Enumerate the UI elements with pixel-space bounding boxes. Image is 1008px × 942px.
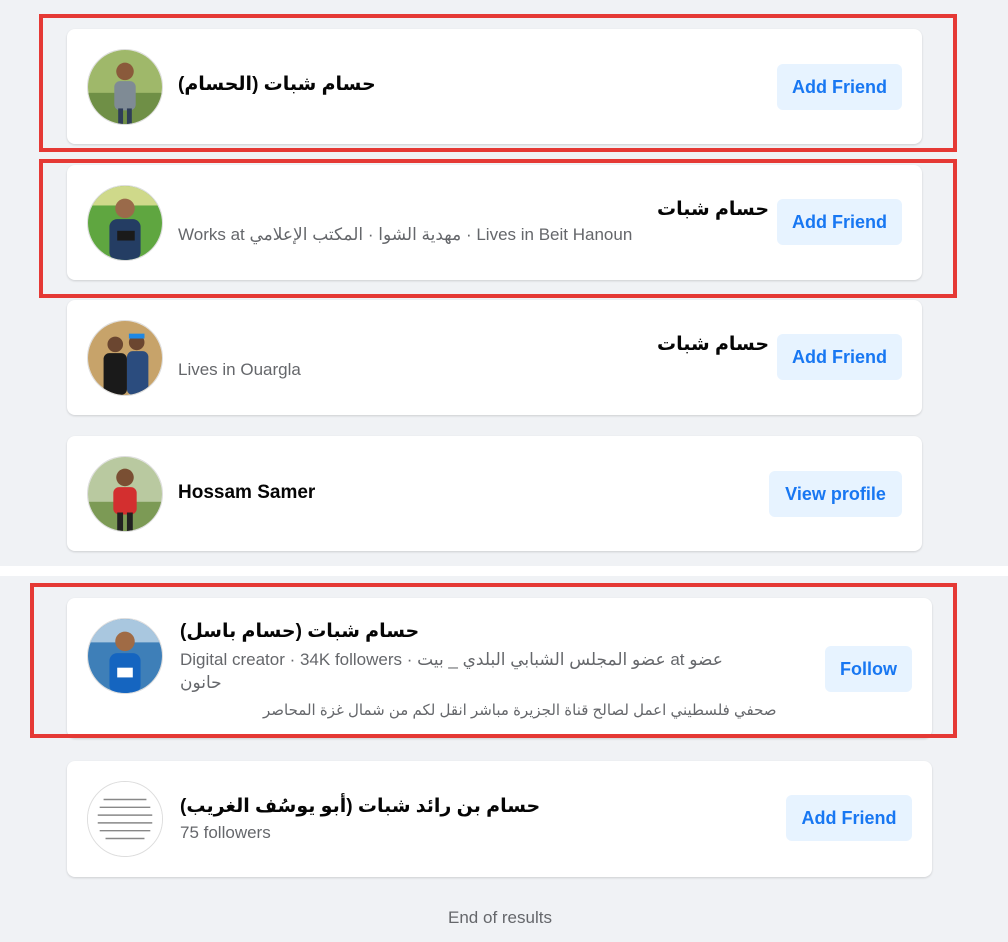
add-friend-button[interactable]: Add Friend — [777, 334, 902, 380]
profile-avatar[interactable] — [87, 456, 163, 532]
people-photo-icon — [88, 321, 162, 395]
profile-avatar[interactable] — [87, 320, 163, 396]
profile-details: Lives in Ouargla — [178, 360, 301, 379]
profile-details: 75 followers — [180, 823, 271, 842]
profile-name[interactable]: حسام شبات — [657, 333, 769, 356]
person-photo-icon — [88, 457, 162, 531]
result-card[interactable]: حسام شبات Lives in Ouargla Add Friend — [67, 300, 922, 415]
profile-avatar[interactable] — [87, 781, 163, 857]
highlight-box — [39, 14, 957, 152]
end-of-results: End of results — [448, 908, 552, 927]
profile-name[interactable]: Hossam Samer — [178, 482, 315, 504]
text-image-icon — [88, 782, 162, 856]
result-card[interactable]: (أبو يوسُف الغريب) حسام بن رائد شبات 75 … — [67, 761, 932, 877]
highlight-box — [30, 583, 957, 738]
profile-name[interactable]: (أبو يوسُف الغريب) حسام بن رائد شبات — [180, 795, 540, 818]
highlight-box — [39, 159, 957, 298]
section-divider — [0, 566, 1008, 576]
result-card[interactable]: Hossam Samer View profile — [67, 436, 922, 551]
view-profile-button[interactable]: View profile — [769, 471, 902, 517]
add-friend-button[interactable]: Add Friend — [786, 795, 912, 841]
